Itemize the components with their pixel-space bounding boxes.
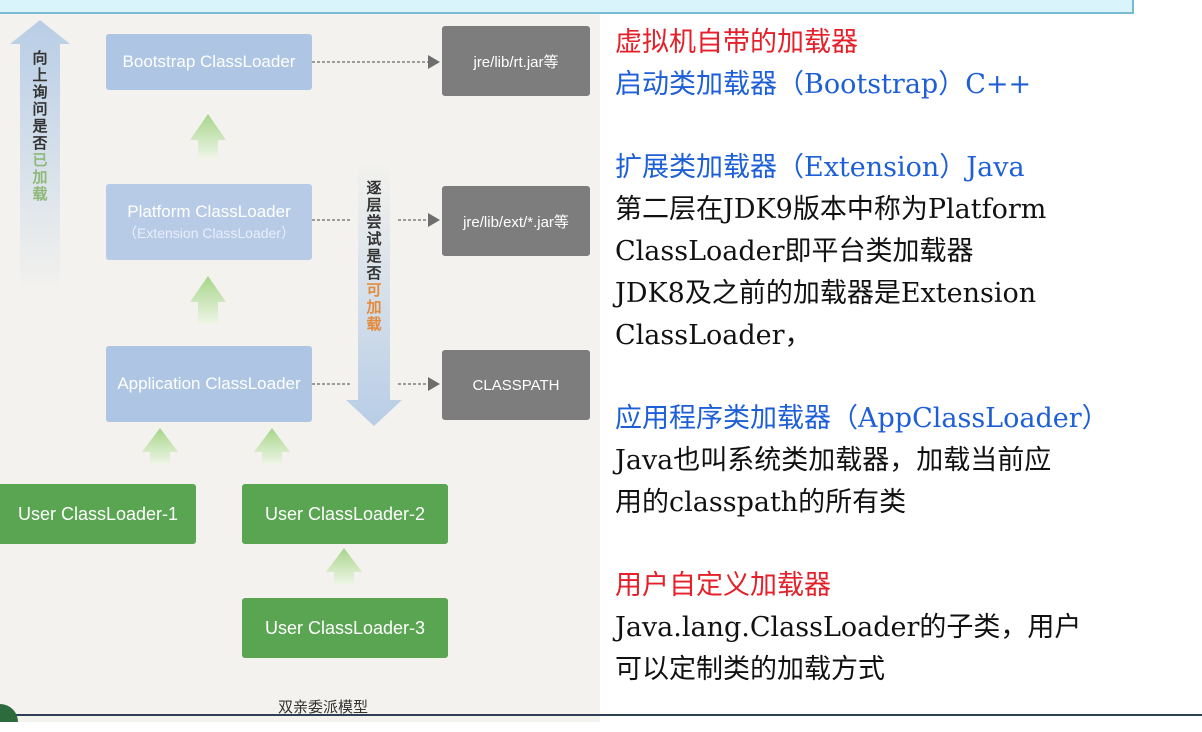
down-try-label: 逐 层 尝 试 是 否 可 加 载 (366, 179, 382, 333)
user-classloader-3-label: User ClassLoader-3 (264, 617, 426, 638)
section-extension: 扩展类加载器（Extension）Java 第二层在JDK9版本中称为Platf… (615, 147, 1195, 357)
connector-arrowhead (428, 213, 440, 227)
connector-arrowhead (428, 377, 440, 391)
green-up-arrow (142, 428, 178, 464)
up-query-label: 向 上 询 问 是 否 已 加 载 (32, 49, 48, 203)
section-extension-title: 扩展类加载器（Extension）Java (615, 152, 1025, 183)
ext-jar-path-box: jre/lib/ext/*.jar等 (442, 186, 590, 256)
section-user-line: 可以定制类的加载方式 (615, 654, 885, 685)
section-application: 应用程序类加载器（AppClassLoader） Java也叫系统类加载器，加载… (615, 398, 1195, 524)
section-builtin: 虚拟机自带的加载器 启动类加载器（Bootstrap）C++ (615, 22, 1195, 106)
ext-jar-path-label: jre/lib/ext/*.jar等 (463, 213, 569, 231)
user-classloader-2-label: User ClassLoader-2 (264, 503, 426, 524)
user-classloader-1-label: User ClassLoader-1 (17, 503, 179, 524)
classpath-label: CLASSPATH (472, 376, 560, 394)
user-classloader-3-box: User ClassLoader-3 (242, 598, 448, 658)
bottom-border-line (0, 714, 1202, 716)
section-builtin-title: 虚拟机自带的加载器 (615, 27, 858, 58)
section-application-line: 用的classpath的所有类 (615, 487, 907, 518)
user-classloader-2-box: User ClassLoader-2 (242, 484, 448, 544)
classpath-box: CLASSPATH (442, 350, 590, 420)
bootstrap-classloader-box: Bootstrap ClassLoader (106, 34, 312, 90)
platform-classloader-box: Platform ClassLoader （Extension ClassLoa… (106, 184, 312, 260)
rt-jar-path-label: jre/lib/rt.jar等 (473, 53, 559, 71)
bootstrap-classloader-label: Bootstrap ClassLoader (122, 52, 296, 71)
section-bootstrap-title: 启动类加载器（Bootstrap）C++ (615, 69, 1032, 100)
platform-classloader-sublabel: （Extension ClassLoader） (123, 224, 295, 241)
platform-classloader-label: Platform ClassLoader (127, 201, 291, 221)
user-classloader-1-box: User ClassLoader-1 (0, 484, 196, 544)
section-extension-line: ClassLoader， (615, 320, 812, 351)
green-up-arrow (190, 114, 226, 158)
section-extension-line: JDK8及之前的加载器是Extension (615, 278, 1037, 309)
connector-arrowhead (428, 55, 440, 69)
section-user: 用户自定义加载器 Java.lang.ClassLoader的子类，用户 可以定… (615, 565, 1195, 691)
section-application-title: 应用程序类加载器（AppClassLoader） (615, 403, 1109, 434)
description-panel: 虚拟机自带的加载器 启动类加载器（Bootstrap）C++ 扩展类加载器（Ex… (615, 22, 1195, 732)
section-user-line: Java.lang.ClassLoader的子类，用户 (615, 612, 1082, 643)
rt-jar-path-box: jre/lib/rt.jar等 (442, 26, 590, 96)
section-user-title: 用户自定义加载器 (615, 570, 831, 601)
green-up-arrow (190, 276, 226, 324)
application-classloader-box: Application ClassLoader (106, 346, 312, 422)
section-application-line: Java也叫系统类加载器，加载当前应 (615, 445, 1052, 476)
application-classloader-label: Application ClassLoader (117, 374, 301, 393)
section-extension-line: ClassLoader即平台类加载器 (615, 236, 974, 267)
green-up-arrow (254, 428, 290, 464)
green-up-arrow (326, 548, 362, 584)
section-extension-line: 第二层在JDK9版本中称为Platform (615, 194, 1047, 225)
